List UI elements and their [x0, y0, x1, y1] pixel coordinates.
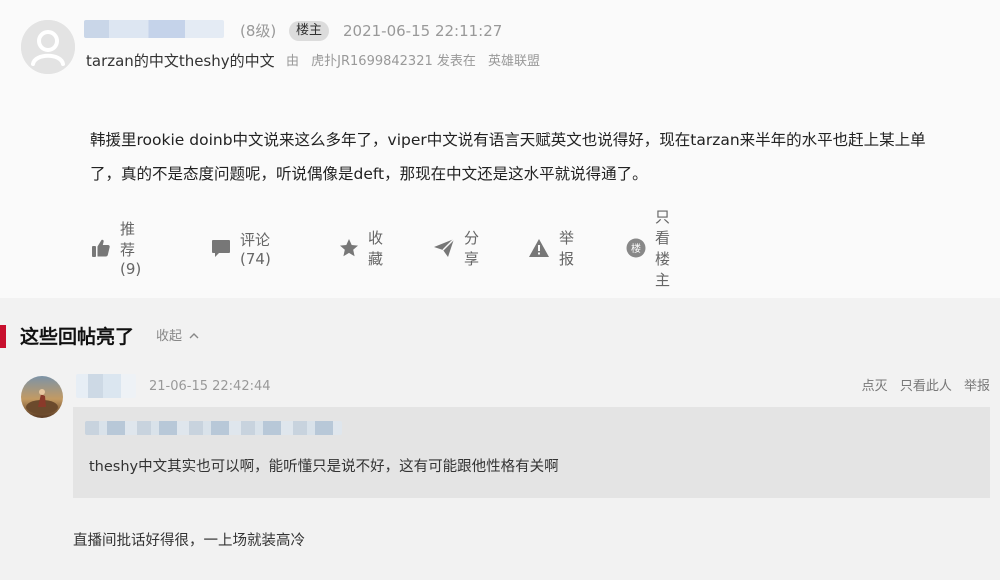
section-accent-bar — [0, 325, 6, 348]
share-button[interactable]: 分享 — [433, 229, 479, 268]
source-posted-in: 发表在 — [436, 54, 476, 69]
source-user-link[interactable]: 虎扑JR1699842321 — [311, 54, 433, 69]
owner-circle-icon: 楼 — [626, 238, 646, 258]
svg-text:楼: 楼 — [631, 242, 641, 255]
collapse-button[interactable]: 收起 — [153, 327, 199, 347]
post-body: 韩援里rookie doinb中文说来这么多年了，viper中文说有语言天赋英文… — [90, 123, 960, 191]
default-user-icon — [21, 20, 75, 74]
dislike-button[interactable]: 点灭 — [862, 379, 888, 394]
quoted-text: theshy中文其实也可以啊，能听懂只是说不好，这有可能跟他性格有关啊 — [89, 459, 559, 475]
post-body-line: 韩援里rookie doinb中文说来这么多年了，viper中文说有语言天赋英文… — [90, 131, 926, 149]
recommend-button[interactable]: 推荐 (9) — [91, 220, 141, 278]
chevron-up-icon — [185, 329, 199, 344]
speech-bubble-icon — [212, 240, 230, 257]
thumbs-up-icon — [92, 239, 110, 257]
warning-triangle-icon — [529, 239, 549, 257]
owner-badge: 楼主 — [289, 21, 329, 41]
owner-only-button[interactable]: 楼 只看楼主 — [626, 208, 670, 289]
recommend-label: 推荐 (9) — [120, 220, 142, 278]
author-level: (8级) — [240, 22, 277, 40]
star-icon — [340, 239, 358, 257]
post-title: tarzan的中文theshy的中文 — [86, 52, 275, 70]
reply-avatar[interactable] — [21, 376, 63, 418]
quoted-reply: theshy中文其实也可以啊，能听懂只是说不好，这有可能跟他性格有关啊 — [73, 407, 990, 498]
quoted-author-blurred — [85, 421, 342, 435]
main-post: (8级) 楼主 2021-06-15 22:11:27 tarzan的中文the… — [0, 0, 1000, 298]
author-name-blurred[interactable] — [84, 20, 224, 38]
comment-button[interactable]: 评论 (74) — [211, 231, 271, 268]
report-button[interactable]: 举报 — [528, 229, 574, 268]
reply-report-button[interactable]: 举报 — [964, 379, 990, 394]
post-body-line: 了，真的不是态度问题呢，听说偶像是deft，那现在中文还是这水平就说得通了。 — [90, 165, 648, 183]
highlights-title: 这些回帖亮了 — [20, 326, 135, 348]
reply-actions: 点灭 只看此人 举报 — [854, 378, 990, 396]
share-label: 分享 — [464, 229, 480, 268]
report-label: 举报 — [559, 229, 575, 268]
reply-text: 直播间批话好得很，一上场就装高冷 — [73, 533, 305, 549]
comment-label: 评论 (74) — [240, 230, 271, 268]
owner-only-label: 只看楼主 — [655, 208, 671, 289]
collapse-label: 收起 — [156, 329, 183, 344]
source-board-link[interactable]: 英雄联盟 — [488, 54, 540, 69]
favorite-button[interactable]: 收藏 — [339, 229, 383, 268]
post-timestamp: 2021-06-15 22:11:27 — [343, 22, 503, 40]
author-avatar[interactable] — [21, 20, 75, 74]
paper-plane-icon — [434, 238, 455, 257]
post-source: 由 虎扑JR1699842321 发表在 英雄联盟 — [286, 51, 540, 73]
source-by: 由 — [286, 54, 300, 69]
favorite-label: 收藏 — [368, 229, 384, 268]
reply-author-blurred[interactable] — [76, 374, 136, 398]
view-this-user-button[interactable]: 只看此人 — [900, 379, 952, 394]
reply-timestamp: 21-06-15 22:42:44 — [149, 379, 271, 394]
